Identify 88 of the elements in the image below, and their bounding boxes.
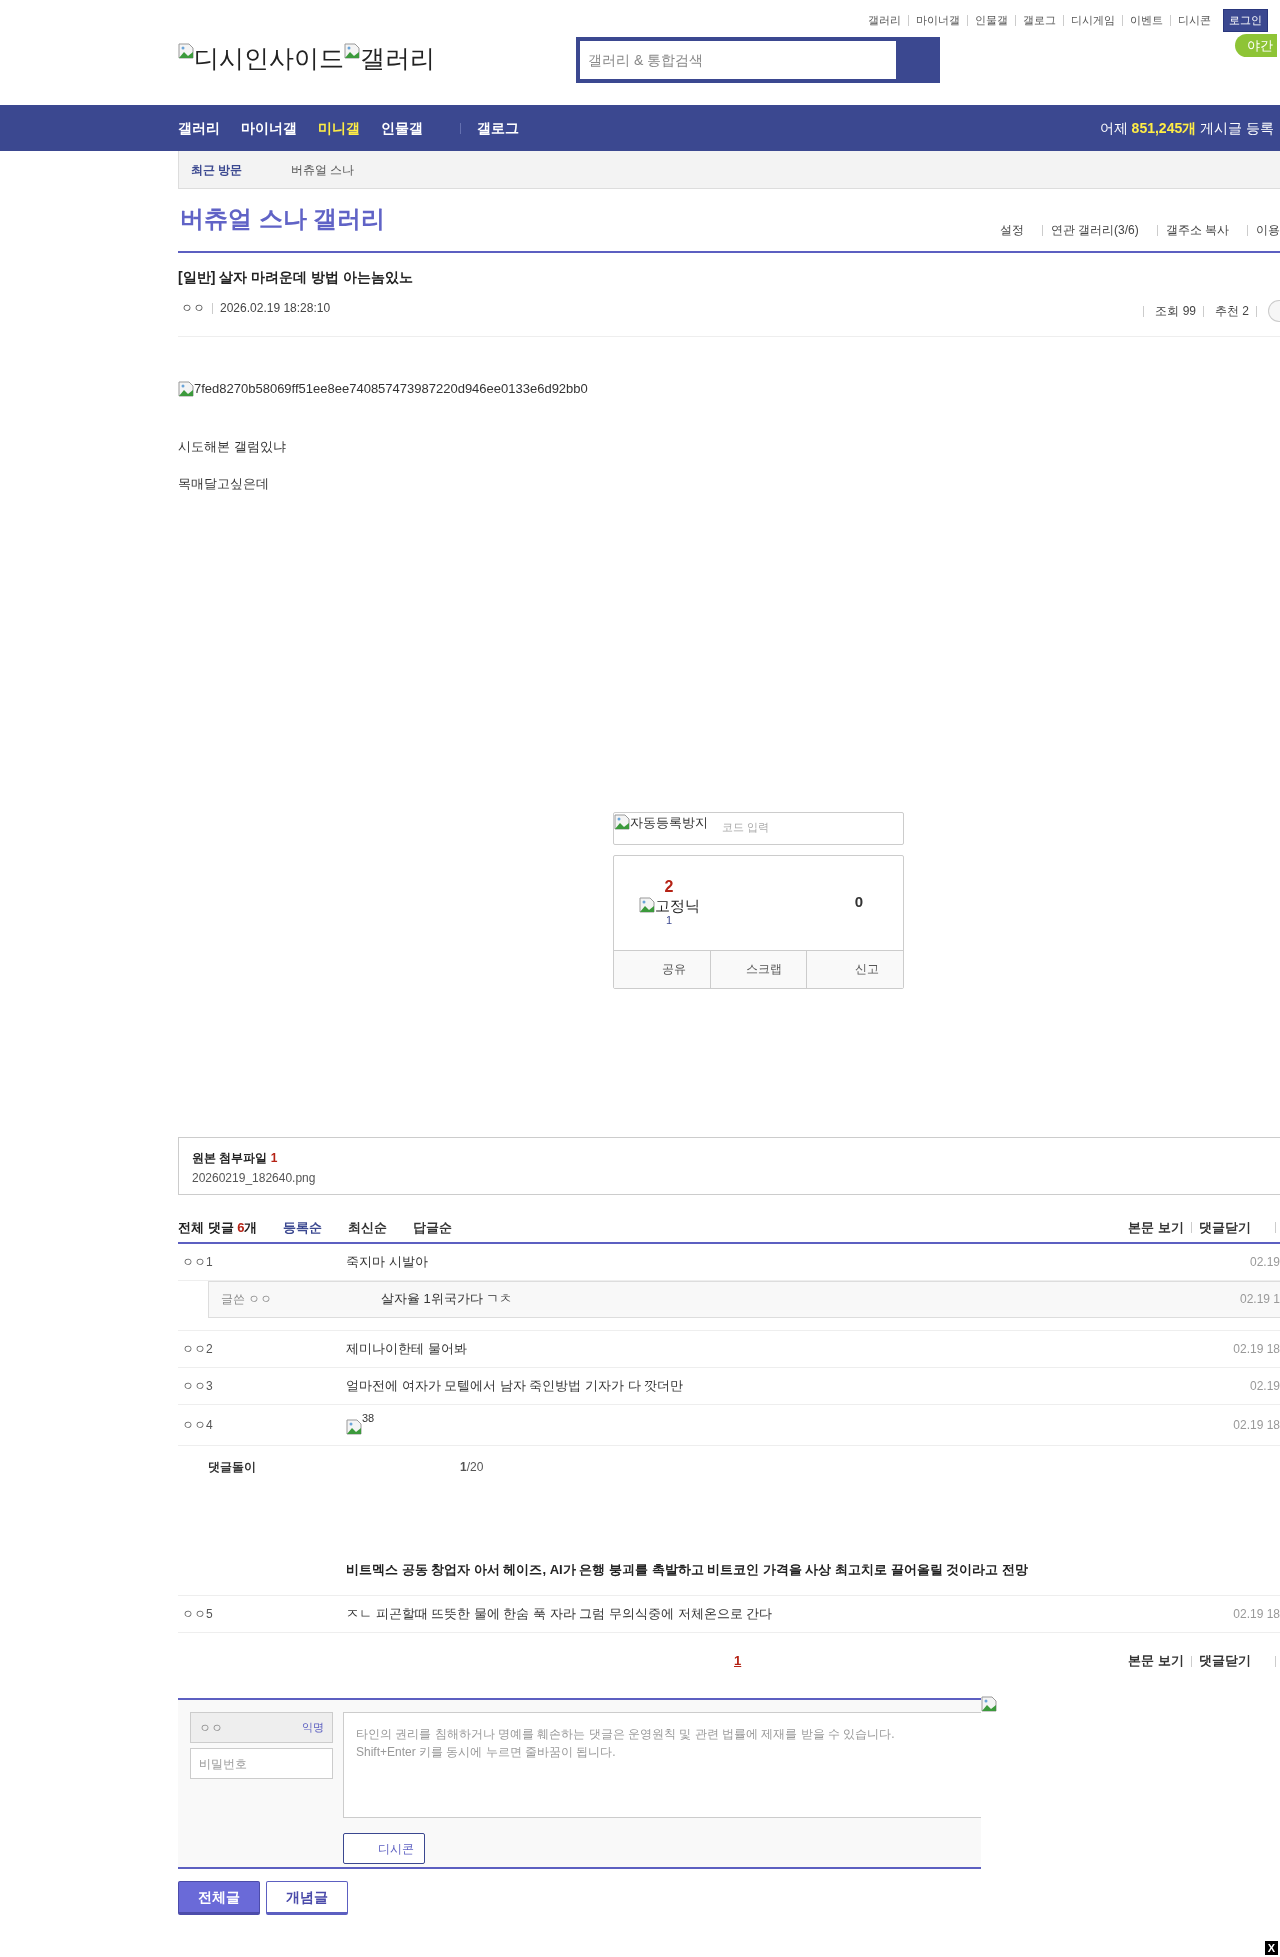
nav-tab[interactable]: 미니갤 (318, 117, 360, 139)
dccon-button[interactable]: 디시콘 (343, 1833, 425, 1864)
broken-image-icon (638, 897, 655, 913)
recommend-count: 추천 2 (1215, 303, 1249, 320)
comment-text: 제미나이한테 물어봐 (346, 1339, 467, 1358)
broken-image-icon (178, 380, 194, 397)
post-text: 시도해본 갤럼있냐 (178, 437, 287, 456)
broken-image-icon (614, 814, 630, 831)
bot-author: 댓글돌이 (207, 1458, 257, 1476)
vote-action-button[interactable]: 공유 (614, 950, 710, 988)
news-headline[interactable]: 비트멕스 공동 창업자 아서 헤이즈, AI가 은행 붕괴를 촉발하고 비트코인 가격을 사상 최고치로 끌어올릴 것이라고 전망 (346, 1559, 1280, 1579)
gallery-logo[interactable]: 갤러리 (360, 40, 435, 78)
site-logo[interactable]: 디시인사이드 (194, 40, 344, 78)
comment-date: 02.19 18 (1233, 1416, 1280, 1434)
comment-author[interactable]: ㅇㅇ5 (178, 1605, 346, 1623)
sort-tab[interactable]: 최신순 (348, 1217, 388, 1238)
vote-action-button[interactable]: 신고 (806, 950, 903, 988)
gallery-link[interactable]: 이용 (1256, 221, 1280, 239)
list-button[interactable]: 전체글 (178, 1881, 260, 1915)
view-count: 조회 99 (1155, 303, 1196, 320)
captcha-input[interactable]: 코드 입력 (722, 818, 842, 835)
comment-text: 죽지마 시발아 (346, 1252, 428, 1271)
vote-action-button[interactable]: 스크랩 (709, 950, 807, 988)
attachment-label: 원본 첨부파일 1 (192, 1149, 279, 1167)
top-link[interactable]: 마이너갤 (916, 12, 960, 29)
close-comments-link[interactable]: 댓글닫기 (1199, 1651, 1251, 1671)
round-button[interactable] (1268, 300, 1280, 322)
bot-counter: 1/20 (460, 1458, 484, 1476)
close-mark[interactable]: X (1264, 1941, 1278, 1955)
post-title: [일반] 살자 마려운데 방법 아는놈있노 (178, 268, 414, 287)
name-field[interactable]: ㅇㅇ 익명 (190, 1712, 333, 1743)
comment-date: 02.19 1 (1239, 1291, 1280, 1308)
post-stats: 어제 851,245개 게시글 등록 (1099, 118, 1274, 138)
view-post-link[interactable]: 본문 보기 (1128, 1651, 1184, 1671)
comment-author[interactable]: ㅇㅇ2 (178, 1339, 346, 1358)
attachment-file-link[interactable]: 20260219_182640.png (192, 1168, 1280, 1187)
nav-tab[interactable]: 갤로그 (477, 117, 519, 139)
search-field[interactable]: 갤러리 & 통합검색 (576, 37, 940, 83)
gallery-link[interactable]: 연관 갤러리(3/6) (1050, 221, 1139, 239)
sort-tab[interactable]: 답글순 (413, 1217, 453, 1238)
page-link[interactable]: 1 (734, 1653, 742, 1669)
anonymous-label: 익명 (302, 1720, 324, 1736)
comment-author[interactable]: 글쓴 ㅇㅇ (209, 1290, 381, 1308)
broken-image-icon (178, 43, 194, 59)
comment-text: 얼마전에 여자가 모텔에서 남자 죽인방법 기자가 다 깟더만 (346, 1376, 684, 1395)
top-link[interactable]: 이벤트 (1130, 12, 1163, 29)
top-link[interactable]: 디시게임 (1071, 12, 1115, 29)
comment-count: 전체 댓글 6개 (178, 1218, 258, 1237)
comment-date: 02.19 (1249, 1253, 1280, 1271)
comment-author[interactable]: ㅇㅇ4 (178, 1415, 346, 1434)
comment-author[interactable]: ㅇㅇ1 (178, 1252, 346, 1271)
password-field[interactable]: 비밀번호 (190, 1748, 333, 1779)
close-comments-link[interactable]: 댓글닫기 (1199, 1217, 1251, 1238)
nav-tab[interactable]: 갤러리 (178, 117, 220, 139)
comment-author[interactable]: ㅇㅇ3 (178, 1376, 346, 1395)
broken-image-icon (344, 43, 360, 59)
fixed-nick-label: 고정닉 (638, 897, 700, 913)
upvote-count: 2 (664, 879, 674, 895)
comment-date: 02.19 (1249, 1377, 1280, 1395)
login-button[interactable]: 로그인 (1223, 9, 1268, 32)
post-author[interactable]: ㅇㅇ (181, 299, 205, 317)
top-link[interactable]: 갤러리 (868, 12, 901, 29)
image-alt-text: 38 (362, 1412, 375, 1424)
sort-tab[interactable]: 등록순 (283, 1217, 323, 1238)
comment-textarea[interactable]: 타인의 권리를 침해하거나 명예를 훼손하는 댓글은 운영원칙 및 관련 법률에 제재를 받을 수 있습니다. Shift+Enter 키를 동시에 누르면 줄바꿈이 됩니다. (343, 1712, 981, 1818)
recent-gallery-link[interactable]: 버츄얼 스나 (291, 160, 355, 179)
nav-tab[interactable]: 마이너갤 (241, 117, 297, 139)
top-link[interactable]: 디시콘 (1178, 12, 1211, 29)
post-date: 2026.02.19 18:28:10 (220, 300, 331, 317)
post-text: 목매달고싶은데 (178, 475, 270, 493)
view-post-link[interactable]: 본문 보기 (1128, 1217, 1184, 1238)
comment-text: 살자율 1위국가다 ㄱㅊ (381, 1290, 513, 1309)
list-button[interactable]: 개념글 (266, 1881, 348, 1915)
comment-date: 02.19 18 (1233, 1606, 1280, 1623)
captcha-image: 자동등록방지 (614, 812, 708, 832)
image-alt-text: 7fed8270b58069ff51ee8ee740857473987220d946ee0133e6d92bb0 (194, 380, 588, 398)
comment-date: 02.19 18 (1233, 1340, 1280, 1358)
top-link[interactable]: 인물갤 (975, 12, 1008, 29)
gallery-link[interactable]: 갤주소 복사 (1165, 221, 1229, 239)
fixed-nick-count: 1 (665, 915, 673, 926)
nav-tab[interactable]: 인물갤 (381, 117, 423, 139)
gallery-title[interactable]: 버츄얼 스나 갤러리 (180, 201, 386, 237)
broken-image-icon (346, 1418, 362, 1435)
top-link[interactable]: 갤로그 (1023, 12, 1056, 29)
recent-label: 최근 방문 (191, 161, 244, 179)
comment-text: ㅈㄴ 피곤할때 뜨뜻한 물에 한숨 푹 자라 그럼 무의식중에 저체온으로 간다 (346, 1605, 773, 1624)
downvote-count: 0 (854, 892, 863, 913)
gallery-link[interactable]: 설정 (999, 221, 1024, 239)
